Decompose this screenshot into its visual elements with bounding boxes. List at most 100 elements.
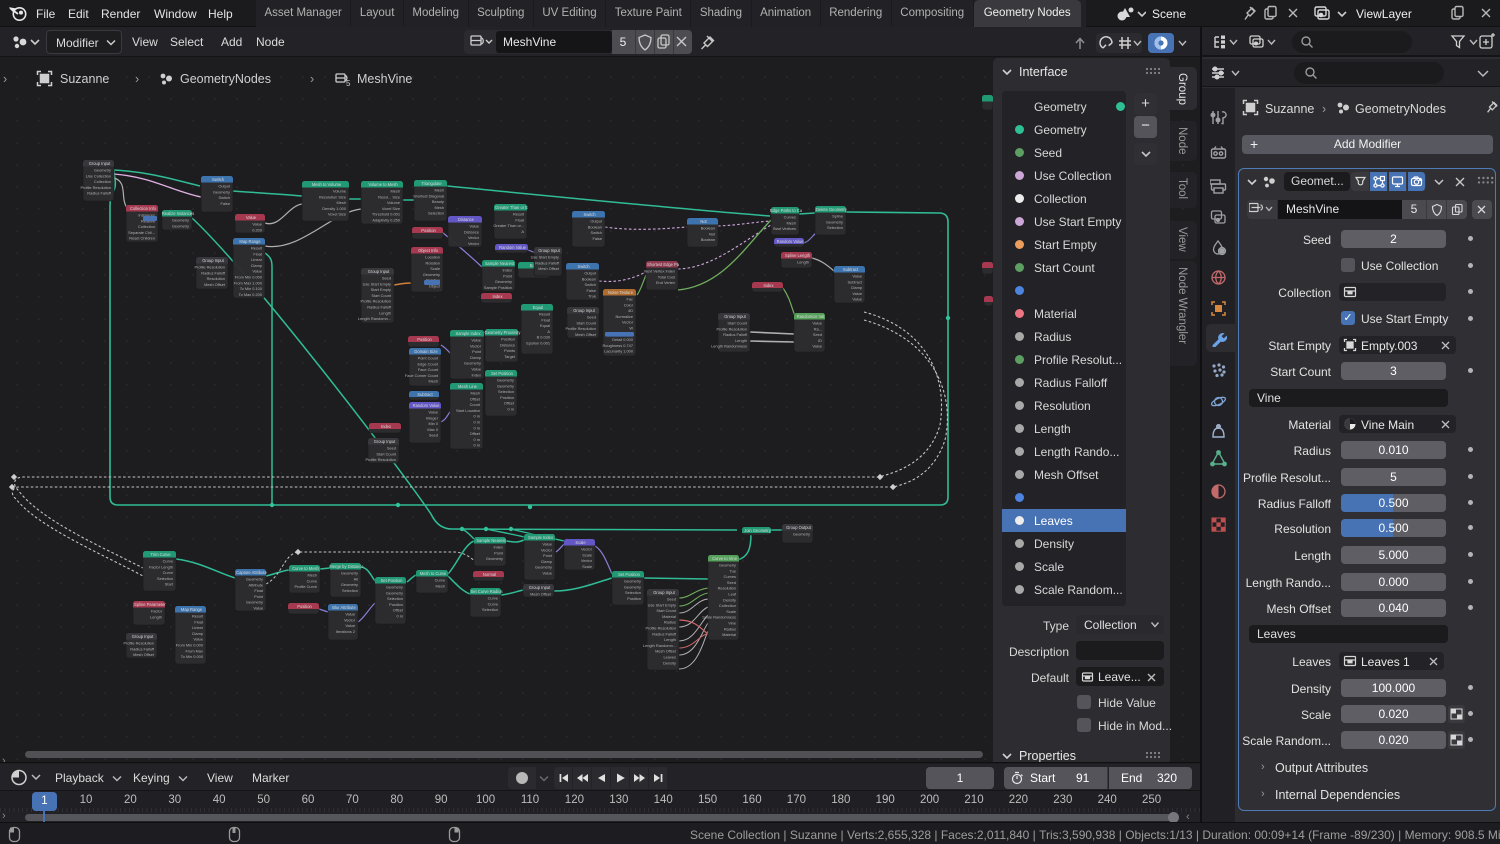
svg-text:Curve: Curve bbox=[488, 601, 498, 606]
svg-text:Point: Point bbox=[503, 273, 513, 278]
svg-text:Location: Location bbox=[425, 255, 440, 260]
svg-text:Radius: Radius bbox=[724, 626, 736, 631]
svg-text:Radius Falloff: Radius Falloff bbox=[652, 631, 677, 636]
svg-text:Mesh: Mesh bbox=[428, 379, 438, 384]
svg-text:0.200: 0.200 bbox=[252, 227, 263, 232]
svg-text:Result: Result bbox=[192, 614, 204, 619]
svg-text:Selection: Selection bbox=[482, 607, 498, 612]
svg-text:Group Input: Group Input bbox=[724, 314, 746, 319]
svg-text:Profile Resolution: Profile Resolution bbox=[646, 626, 677, 631]
svg-text:Geometry: Geometry bbox=[94, 168, 111, 173]
svg-text:Group Input: Group Input bbox=[202, 258, 224, 263]
svg-text:Distance: Distance bbox=[464, 229, 479, 234]
svg-text:Edge Paths to Cu: Edge Paths to Cu bbox=[770, 208, 802, 213]
svg-text:Scale Randomness: Scale Randomness bbox=[702, 615, 736, 620]
svg-text:Position: Position bbox=[500, 395, 514, 400]
svg-text:Curve to Vine: Curve to Vine bbox=[712, 556, 737, 561]
svg-text:Length Randomn...: Length Randomn... bbox=[358, 316, 391, 321]
svg-text:Equal: Equal bbox=[533, 305, 544, 310]
svg-text:Clamp: Clamp bbox=[470, 355, 481, 360]
svg-text:False: False bbox=[220, 201, 230, 206]
svg-text:Spline Parameter: Spline Parameter bbox=[134, 602, 166, 607]
svg-text:Lacunarity 1.000: Lacunarity 1.000 bbox=[604, 349, 634, 354]
svg-text:Sample Position: Sample Position bbox=[484, 285, 512, 290]
svg-text:Value: Value bbox=[428, 410, 438, 415]
svg-text:Position: Position bbox=[501, 337, 515, 342]
svg-text:Curve: Curve bbox=[488, 596, 498, 601]
svg-text:Position: Position bbox=[389, 602, 403, 607]
svg-text:Geometry: Geometry bbox=[624, 579, 641, 584]
svg-text:Radius Falloff: Radius Falloff bbox=[535, 260, 560, 265]
svg-text:Profile Resolution: Profile Resolution bbox=[81, 185, 112, 190]
svg-text:Length: Length bbox=[664, 637, 676, 642]
svg-text:Geometry: Geometry bbox=[464, 361, 481, 366]
svg-text:Value: Value bbox=[852, 297, 862, 302]
svg-text:Reset Children: Reset Children bbox=[129, 236, 155, 241]
svg-text:Subtract: Subtract bbox=[843, 267, 859, 272]
svg-text:Sample Nearest: Sample Nearest bbox=[485, 261, 515, 266]
svg-text:Geometry: Geometry bbox=[386, 585, 403, 590]
svg-text:Index: Index bbox=[381, 424, 391, 429]
svg-text:Ra...: Ra... bbox=[814, 326, 822, 331]
svg-text:Rotation: Rotation bbox=[426, 260, 441, 265]
svg-text:Use Start Empty: Use Start Empty bbox=[531, 255, 559, 260]
svg-text:Offset: Offset bbox=[504, 401, 515, 406]
svg-text:Leaf: Leaf bbox=[728, 592, 736, 597]
svg-text:Group Input: Group Input bbox=[573, 308, 595, 313]
svg-text:Start: Start bbox=[165, 582, 174, 587]
svg-text:Resolution: Resolution bbox=[718, 586, 736, 591]
svg-text:Count: Count bbox=[470, 402, 481, 407]
svg-text:Subtract: Subtract bbox=[417, 392, 433, 397]
svg-text:Profile Resolution: Profile Resolution bbox=[717, 326, 748, 331]
svg-text:Set Position: Set Position bbox=[618, 572, 641, 577]
svg-text:Switch: Switch bbox=[585, 282, 596, 287]
svg-text:Vector: Vector bbox=[581, 547, 593, 552]
svg-text:Not: Not bbox=[709, 231, 716, 236]
svg-text:Value: Value bbox=[345, 623, 355, 628]
svg-text:Sample Index: Sample Index bbox=[528, 535, 553, 540]
svg-text:Random Value: Random Value bbox=[777, 239, 805, 244]
svg-text:Group Input: Group Input bbox=[538, 248, 560, 253]
svg-text:Mesh Offset: Mesh Offset bbox=[204, 282, 226, 287]
svg-text:Radius Falloff: Radius Falloff bbox=[130, 646, 155, 651]
svg-text:Offset: Offset bbox=[393, 608, 404, 613]
svg-text:Group Input: Group Input bbox=[368, 269, 390, 274]
svg-text:Collection: Collection bbox=[719, 603, 736, 608]
svg-text:Vector: Vector bbox=[470, 343, 482, 348]
svg-text:Value: Value bbox=[469, 224, 479, 229]
svg-text:Radius Falloff: Radius Falloff bbox=[367, 305, 392, 310]
svg-text:Blur Attribute: Blur Attribute bbox=[332, 605, 356, 610]
svg-text:Epsilon 0.001: Epsilon 0.001 bbox=[526, 341, 550, 346]
svg-text:Float: Float bbox=[254, 588, 264, 593]
svg-text:Length Randomn...: Length Randomn... bbox=[643, 643, 676, 648]
svg-text:Spline: Spline bbox=[832, 214, 843, 219]
svg-text:Color: Color bbox=[624, 302, 634, 307]
svg-text:A: A bbox=[547, 329, 550, 334]
svg-text:Domain Size: Domain Size bbox=[414, 349, 438, 354]
svg-text:Min 0: Min 0 bbox=[428, 421, 438, 426]
svg-text:A: A bbox=[521, 229, 524, 234]
svg-text:Point: Point bbox=[543, 553, 553, 558]
svg-text:From Max 1.000: From Max 1.000 bbox=[234, 280, 263, 285]
svg-text:Vector: Vector bbox=[468, 241, 480, 246]
svg-text:Selection: Selection bbox=[498, 389, 514, 394]
svg-text:Geometry: Geometry bbox=[486, 556, 503, 561]
svg-text:Radius Falloff: Radius Falloff bbox=[87, 191, 112, 196]
svg-text:Profile Resolution: Profile Resolution bbox=[361, 299, 392, 304]
svg-text:Max 0: Max 0 bbox=[427, 427, 438, 432]
svg-text:Spline Length: Spline Length bbox=[785, 253, 811, 258]
svg-text:Value: Value bbox=[246, 215, 257, 220]
svg-text:Curve: Curve bbox=[163, 570, 173, 575]
svg-text:Value: Value bbox=[852, 274, 862, 279]
svg-text:From Min 0.000: From Min 0.000 bbox=[235, 275, 263, 280]
svg-text:Offset: Offset bbox=[470, 396, 481, 401]
svg-text:Scale: Scale bbox=[726, 609, 736, 614]
svg-text:Not: Not bbox=[700, 219, 707, 224]
svg-text:0 m: 0 m bbox=[474, 443, 481, 448]
svg-text:0 m: 0 m bbox=[397, 614, 404, 619]
svg-text:Mesh: Mesh bbox=[390, 189, 400, 194]
svg-text:Float: Float bbox=[515, 217, 525, 222]
svg-text:Position: Position bbox=[417, 337, 432, 342]
svg-text:Geometry: Geometry bbox=[793, 532, 810, 537]
svg-text:Integer: Integer bbox=[426, 415, 439, 420]
